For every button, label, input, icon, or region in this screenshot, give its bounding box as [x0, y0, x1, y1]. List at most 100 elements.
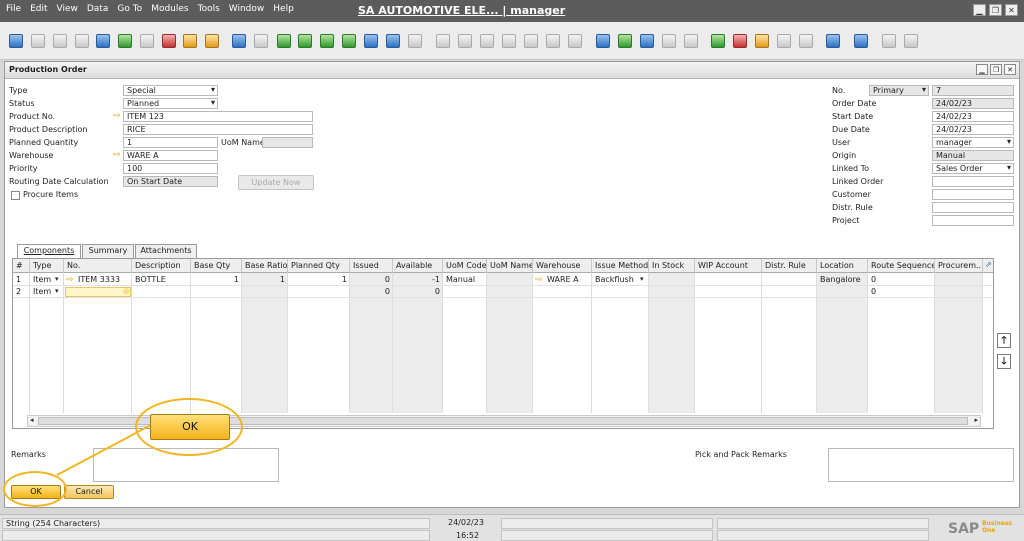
expand-grid-icon[interactable]: ⇗	[985, 260, 992, 269]
col-header-issue-method[interactable]: Issue Method	[592, 259, 649, 273]
menu-window[interactable]: Window	[229, 4, 265, 14]
sort-icon[interactable]	[408, 34, 422, 48]
row-warehouse[interactable]: WARE A	[544, 274, 592, 286]
product-link-arrow-icon[interactable]: ⇨	[113, 112, 123, 121]
row-type[interactable]: Item	[30, 286, 56, 298]
menu-file[interactable]: File	[6, 4, 21, 14]
find-icon[interactable]	[9, 34, 23, 48]
chevron-down-icon[interactable]: ▾	[55, 287, 59, 295]
planned-quantity-field[interactable]: 1	[123, 137, 218, 148]
user-icon[interactable]	[799, 34, 813, 48]
tab-components[interactable]: Components	[17, 244, 81, 259]
row-base-qty[interactable]: 1	[191, 274, 242, 286]
product-no-field[interactable]: ITEM 123	[123, 111, 313, 122]
row-route-sequence[interactable]: 0	[868, 286, 935, 298]
col-header-description[interactable]: Description	[132, 259, 191, 273]
col-header-route-sequence[interactable]: Route Sequence	[868, 259, 935, 273]
binoculars-icon[interactable]	[232, 34, 246, 48]
previous-record-icon[interactable]	[298, 34, 312, 48]
filter-icon[interactable]	[386, 34, 400, 48]
export-pdf-icon[interactable]	[162, 34, 176, 48]
type-dropdown[interactable]: Special	[123, 85, 218, 96]
col-header-base-ratio[interactable]: Base Ratio	[242, 259, 288, 273]
restore-icon[interactable]: ❐	[989, 4, 1002, 16]
menu-edit[interactable]: Edit	[30, 4, 47, 14]
warehouse-field[interactable]: WARE A	[123, 150, 218, 161]
row-type[interactable]: Item	[30, 274, 56, 286]
col-header-num[interactable]: #	[13, 259, 30, 273]
calendar-icon[interactable]	[711, 34, 725, 48]
refresh-icon[interactable]	[364, 34, 378, 48]
priority-field[interactable]: 100	[123, 163, 218, 174]
update-now-button[interactable]: Update Now	[238, 175, 314, 190]
transaction-journal-icon[interactable]	[546, 34, 560, 48]
target-document-icon[interactable]	[458, 34, 472, 48]
tab-attachments[interactable]: Attachments	[135, 244, 197, 258]
form-close-icon[interactable]: ✕	[1004, 64, 1016, 75]
alerts-icon[interactable]	[733, 34, 747, 48]
chevron-down-icon[interactable]: ▾	[640, 275, 644, 283]
move-row-down-icon[interactable]: 🡓	[997, 354, 1011, 369]
col-header-available[interactable]: Available	[393, 259, 443, 273]
project-field[interactable]	[932, 215, 1014, 226]
status-dropdown[interactable]: Planned	[123, 98, 218, 109]
distr-rule-field[interactable]	[932, 202, 1014, 213]
start-date-field[interactable]: 24/02/23	[932, 111, 1014, 122]
procure-items-checkbox[interactable]	[11, 191, 20, 200]
close-icon[interactable]: ✕	[1005, 4, 1018, 16]
fax-icon[interactable]	[96, 34, 110, 48]
choose-from-list-icon[interactable]: ◎	[123, 287, 129, 295]
menu-modules[interactable]: Modules	[151, 4, 188, 14]
chat-icon[interactable]	[684, 34, 698, 48]
warehouse-link-arrow-icon[interactable]: ⇨	[113, 151, 123, 160]
messages-icon[interactable]	[662, 34, 676, 48]
move-row-up-icon[interactable]: 🡑	[997, 333, 1011, 348]
col-header-in-stock[interactable]: In Stock	[649, 259, 695, 273]
export-excel-icon[interactable]	[118, 34, 132, 48]
series-dropdown[interactable]: Primary	[869, 85, 929, 96]
lock-screen-icon[interactable]	[205, 34, 219, 48]
form-settings-icon[interactable]	[640, 34, 654, 48]
new-activity-icon[interactable]	[618, 34, 632, 48]
next-record-icon[interactable]	[320, 34, 334, 48]
menu-help[interactable]: Help	[273, 4, 294, 14]
due-date-field[interactable]: 24/02/23	[932, 124, 1014, 135]
last-record-icon[interactable]	[342, 34, 356, 48]
table-row[interactable]: 2 Item ▾ ◎ 0 0 0	[13, 286, 993, 298]
add-document-icon[interactable]	[254, 34, 268, 48]
gross-profit-icon[interactable]	[480, 34, 494, 48]
col-header-procurement[interactable]: Procurem...	[935, 259, 983, 273]
cancel-button[interactable]: Cancel	[64, 485, 114, 499]
col-header-uom-code[interactable]: UoM Code	[443, 259, 487, 273]
checklist-icon[interactable]	[568, 34, 582, 48]
logoff-icon[interactable]	[904, 34, 918, 48]
col-header-warehouse[interactable]: Warehouse	[533, 259, 592, 273]
row-issue-method[interactable]: Backflush	[592, 274, 642, 286]
col-header-type[interactable]: Type	[30, 259, 64, 273]
report-icon[interactable]	[755, 34, 769, 48]
email-icon[interactable]	[53, 34, 67, 48]
col-header-location[interactable]: Location	[817, 259, 868, 273]
scroll-left-icon[interactable]: ◂	[30, 416, 34, 424]
print-icon[interactable]	[31, 34, 45, 48]
customer-field[interactable]	[932, 189, 1014, 200]
row-planned-qty[interactable]: 1	[288, 274, 350, 286]
linked-order-field[interactable]	[932, 176, 1014, 187]
row-description[interactable]: BOTTLE	[132, 274, 191, 286]
menu-goto[interactable]: Go To	[117, 4, 142, 14]
col-header-no[interactable]: No.	[64, 259, 132, 273]
form-minimize-icon[interactable]: ▁	[976, 64, 988, 75]
tab-summary[interactable]: Summary	[82, 244, 134, 258]
col-header-uom-name[interactable]: UoM Name	[487, 259, 533, 273]
col-header-wip-account[interactable]: WIP Account	[695, 259, 762, 273]
scroll-right-icon[interactable]: ▸	[974, 416, 978, 424]
col-header-planned-qty[interactable]: Planned Qty	[288, 259, 350, 273]
col-header-issued[interactable]: Issued	[350, 259, 393, 273]
pick-pack-remarks-textarea[interactable]	[828, 448, 1014, 482]
user-dropdown[interactable]: manager	[932, 137, 1014, 148]
volume-weight-icon[interactable]	[524, 34, 538, 48]
organization-icon[interactable]	[777, 34, 791, 48]
menu-tools[interactable]: Tools	[198, 4, 220, 14]
web-browser-icon[interactable]	[826, 34, 840, 48]
row-item-no-input[interactable]	[65, 287, 131, 297]
